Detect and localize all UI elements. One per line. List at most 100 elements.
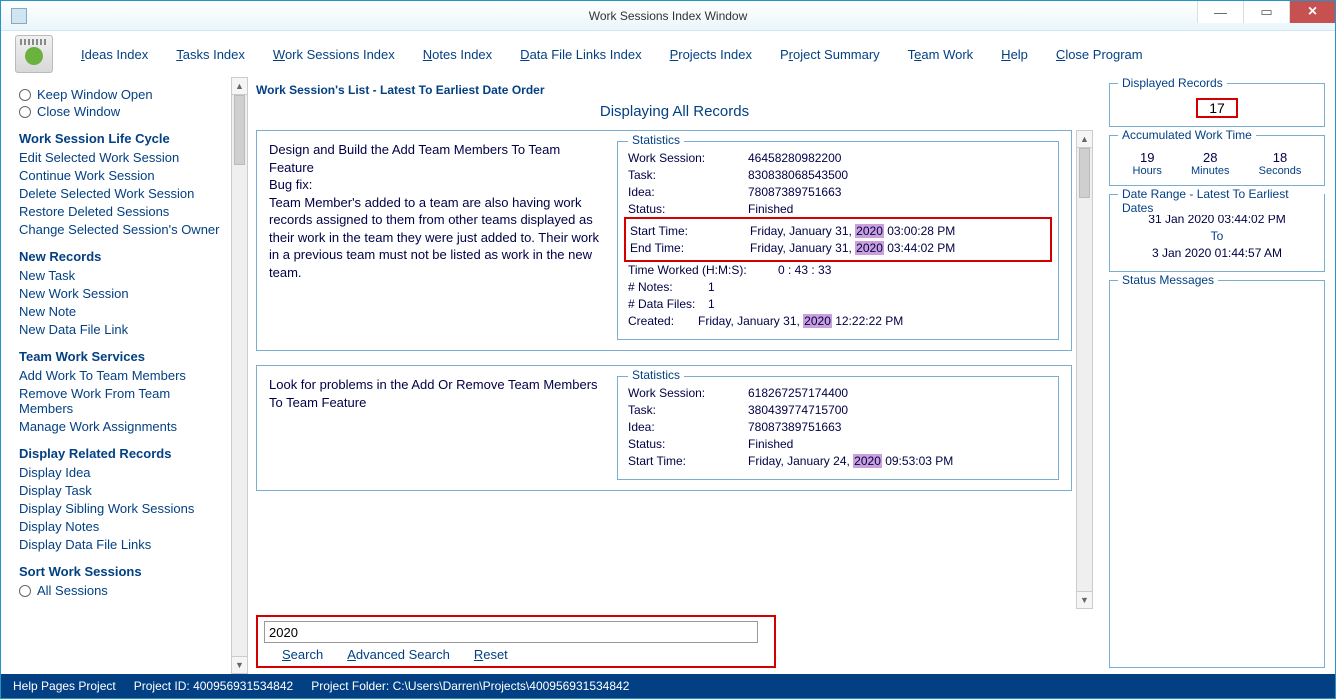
status-project-folder: Project Folder: C:\Users\Darren\Projects… xyxy=(311,679,629,693)
link-remove-work-from-team-members[interactable]: Remove Work From Team Members xyxy=(19,386,221,416)
link-new-task[interactable]: New Task xyxy=(19,268,221,283)
scroll-thumb[interactable] xyxy=(234,95,245,165)
stat-label-idea: Idea: xyxy=(628,185,748,199)
link-edit-selected-work-session[interactable]: Edit Selected Work Session xyxy=(19,150,221,165)
stat-value-task: 83083806854350​0 xyxy=(748,168,848,182)
link-add-work-to-team-members[interactable]: Add Work To Team Members xyxy=(19,368,221,383)
menu-help[interactable]: Help xyxy=(1001,47,1028,62)
menu-project-summary[interactable]: Project Summary xyxy=(780,47,880,62)
stat-value-datafiles-count: 1 xyxy=(708,297,715,311)
stat-label-idea: Idea: xyxy=(628,420,748,434)
link-continue-work-session[interactable]: Continue Work Session xyxy=(19,168,221,183)
link-display-idea[interactable]: Display Idea xyxy=(19,465,221,480)
stat-value-notes-count: 1 xyxy=(708,280,715,294)
stat-label-task: Task: xyxy=(628,168,748,182)
radio-keep-window-open[interactable]: Keep Window Open xyxy=(19,87,221,102)
main-content: Work Session's List - Latest To Earliest… xyxy=(248,77,1103,674)
menu-projects-index[interactable]: Projects Index xyxy=(670,47,752,62)
link-change-session-owner[interactable]: Change Selected Session's Owner xyxy=(19,222,221,237)
link-display-notes[interactable]: Display Notes xyxy=(19,519,221,534)
search-button[interactable]: Search xyxy=(282,647,323,662)
highlighted-time-range: Start Time:Friday, January 31, 2020 03:0… xyxy=(624,217,1052,262)
link-display-task[interactable]: Display Task xyxy=(19,483,221,498)
statistics-title: Statistics xyxy=(628,133,684,147)
minutes-label: Minutes xyxy=(1191,165,1230,177)
stat-value-time-worked: 0 : 43 : 33 xyxy=(778,263,831,277)
date-range-panel: Date Range - Latest To Earliest Dates 31… xyxy=(1109,194,1325,272)
sidebar-header-team-work: Team Work Services xyxy=(19,349,221,364)
stat-label-status: Status: xyxy=(628,202,748,216)
scroll-up-icon[interactable]: ▲ xyxy=(232,78,247,95)
list-header: Work Session's List - Latest To Earliest… xyxy=(256,83,1093,97)
menu-notes-index[interactable]: Notes Index xyxy=(423,47,492,62)
link-new-work-session[interactable]: New Work Session xyxy=(19,286,221,301)
link-display-data-file-links[interactable]: Display Data File Links xyxy=(19,537,221,552)
stat-label-datafiles-count: # Data Files: xyxy=(628,297,708,311)
window-title: Work Sessions Index Window xyxy=(589,9,748,23)
record-description: Design and Build the Add Team Members To… xyxy=(269,141,609,340)
link-new-note[interactable]: New Note xyxy=(19,304,221,319)
sidebar-header-new-records: New Records xyxy=(19,249,221,264)
statistics-panel: Statistics Work Session:618267257174400 … xyxy=(617,376,1059,480)
status-messages-panel: Status Messages xyxy=(1109,280,1325,668)
sidebar: Keep Window Open Close Window Work Sessi… xyxy=(1,77,231,674)
advanced-search-button[interactable]: Advanced Search xyxy=(347,647,450,662)
statistics-panel: Statistics Work Session:46458280982200 T… xyxy=(617,141,1059,340)
stat-value-work-session: 618267257174400 xyxy=(748,386,848,400)
sidebar-scrollbar[interactable]: ▲ ▼ xyxy=(231,77,248,674)
stat-value-start-time: Friday, January 31, 2020 03:00:28 PM xyxy=(750,224,955,238)
menu-ideas-index[interactable]: Ideas Index xyxy=(81,47,148,62)
status-project-id: Project ID: 400956931534842 xyxy=(134,679,293,693)
work-session-record[interactable]: Design and Build the Add Team Members To… xyxy=(256,130,1072,351)
work-session-record[interactable]: Look for problems in the Add Or Remove T… xyxy=(256,365,1072,491)
status-messages-title: Status Messages xyxy=(1118,273,1218,287)
sidebar-header-lifecycle: Work Session Life Cycle xyxy=(19,131,221,146)
minimize-button[interactable]: — xyxy=(1197,1,1243,23)
stat-label-work-session: Work Session: xyxy=(628,386,748,400)
stat-value-created: Friday, January 31, 2020 12:22:22 PM xyxy=(698,314,903,328)
stat-label-start-time: Start Time: xyxy=(628,454,748,468)
scroll-down-icon[interactable]: ▼ xyxy=(1077,591,1092,608)
displayed-records-count: 17 xyxy=(1196,98,1238,118)
search-input[interactable] xyxy=(264,621,758,643)
scroll-thumb[interactable] xyxy=(1079,148,1090,198)
scroll-up-icon[interactable]: ▲ xyxy=(1077,131,1092,148)
menu-tasks-index[interactable]: Tasks Index xyxy=(176,47,245,62)
menu-data-file-links-index[interactable]: Data File Links Index xyxy=(520,47,641,62)
radio-close-window[interactable]: Close Window xyxy=(19,104,221,119)
accumulated-work-time-title: Accumulated Work Time xyxy=(1118,128,1256,142)
statusbar: Help Pages Project Project ID: 400956931… xyxy=(1,674,1335,698)
menu-work-sessions-index[interactable]: Work Sessions Index xyxy=(273,47,395,62)
titlebar: Work Sessions Index Window — ▭ × xyxy=(1,1,1335,31)
link-delete-selected-work-session[interactable]: Delete Selected Work Session xyxy=(19,186,221,201)
link-new-data-file-link[interactable]: New Data File Link xyxy=(19,322,221,337)
status-help-pages[interactable]: Help Pages Project xyxy=(13,679,116,693)
scroll-down-icon[interactable]: ▼ xyxy=(232,656,247,673)
stat-label-work-session: Work Session: xyxy=(628,151,748,165)
displayed-records-title: Displayed Records xyxy=(1118,77,1227,90)
link-restore-deleted-sessions[interactable]: Restore Deleted Sessions xyxy=(19,204,221,219)
minutes-value: 28 xyxy=(1191,150,1230,165)
link-display-sibling-work-sessions[interactable]: Display Sibling Work Sessions xyxy=(19,501,221,516)
stat-value-idea: 78087389751663 xyxy=(748,185,841,199)
maximize-button[interactable]: ▭ xyxy=(1243,1,1289,23)
hours-label: Hours xyxy=(1133,165,1162,177)
stat-value-work-session: 46458280982200 xyxy=(748,151,841,165)
menu-close-program[interactable]: Close Program xyxy=(1056,47,1143,62)
date-range-earliest: 3 Jan 2020 01:44:57 AM xyxy=(1118,246,1316,260)
stat-label-created: Created: xyxy=(628,314,698,328)
records-scrollbar[interactable]: ▲ ▼ xyxy=(1076,130,1093,609)
reset-button[interactable]: Reset xyxy=(474,647,508,662)
stat-value-start-time: Friday, January 24, 2020 09:53:03 PM xyxy=(748,454,953,468)
date-range-to: To xyxy=(1118,229,1316,243)
logo-icon xyxy=(15,35,53,73)
displaying-label: Displaying All Records xyxy=(256,103,1093,120)
close-button[interactable]: × xyxy=(1289,1,1335,23)
menu-team-work[interactable]: Team Work xyxy=(908,47,974,62)
link-manage-work-assignments[interactable]: Manage Work Assignments xyxy=(19,419,221,434)
radio-all-sessions[interactable]: All Sessions xyxy=(19,583,221,598)
right-column: Displayed Records 17 Accumulated Work Ti… xyxy=(1103,77,1335,674)
app-window: Work Sessions Index Window — ▭ × Ideas I… xyxy=(0,0,1336,699)
app-icon xyxy=(11,8,27,24)
statistics-title: Statistics xyxy=(628,368,684,382)
